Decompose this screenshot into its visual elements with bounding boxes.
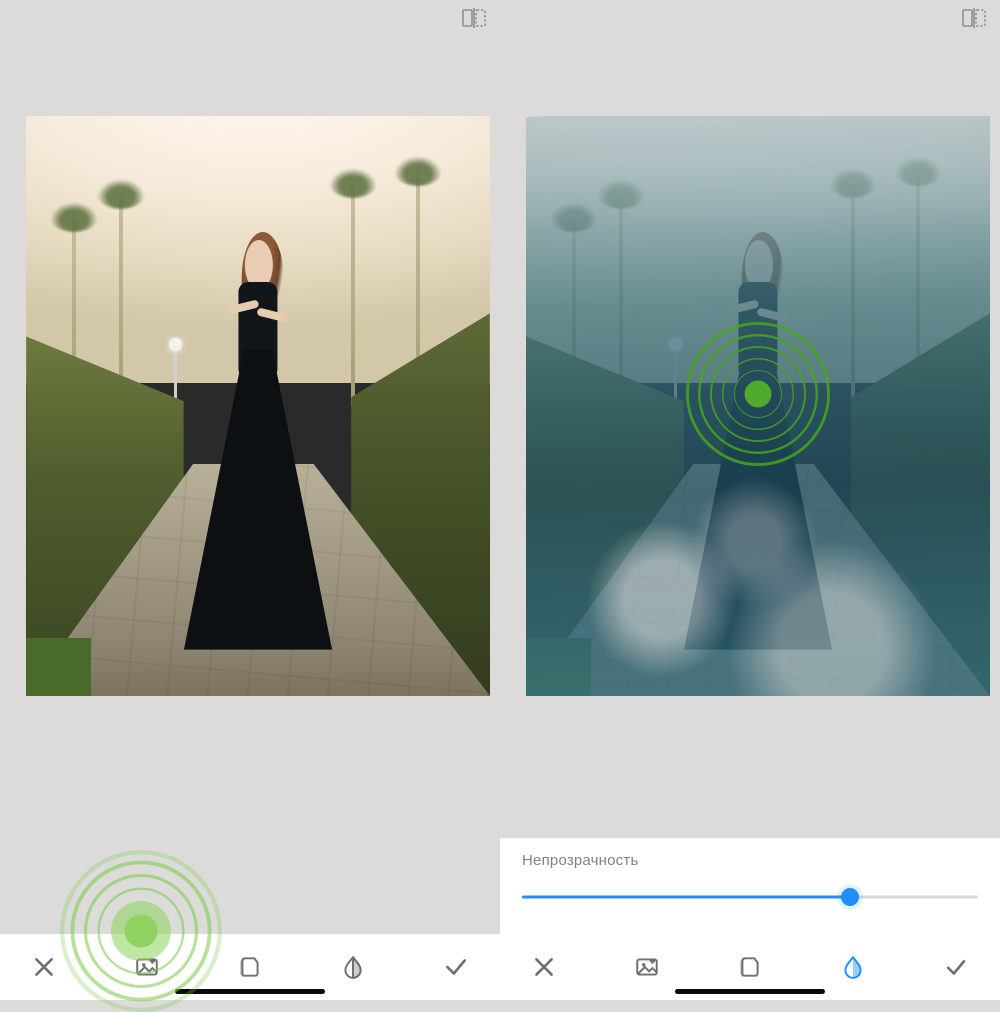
styles-button[interactable] (224, 941, 276, 993)
slider-fill (522, 896, 850, 899)
opacity-button[interactable] (327, 941, 379, 993)
home-indicator (675, 989, 825, 994)
compare-icon[interactable] (462, 8, 486, 28)
add-image-button[interactable] (121, 941, 173, 993)
compare-icon[interactable] (962, 8, 986, 28)
top-bar (0, 0, 500, 36)
touch-hint-ripple (683, 319, 833, 469)
opacity-slider[interactable] (522, 887, 978, 907)
dual-screenshot: Непрозрачность (0, 0, 1000, 1000)
styles-button[interactable] (724, 941, 776, 993)
editor-canvas[interactable] (0, 36, 500, 1000)
photo-with-overlay[interactable] (526, 116, 990, 696)
opacity-button[interactable] (827, 941, 879, 993)
subject-person (670, 232, 846, 650)
top-bar (500, 0, 1000, 36)
screen-before (0, 0, 500, 1000)
confirm-button[interactable] (930, 941, 982, 993)
subject-person (170, 232, 346, 650)
home-indicator (175, 989, 325, 994)
slider-thumb[interactable] (841, 888, 859, 906)
photo-original[interactable] (26, 116, 490, 696)
cancel-button[interactable] (518, 941, 570, 993)
opacity-label: Непрозрачность (522, 852, 978, 869)
opacity-panel: Непрозрачность (500, 838, 1000, 934)
cancel-button[interactable] (18, 941, 70, 993)
confirm-button[interactable] (430, 941, 482, 993)
overlay-image-ocean[interactable] (526, 116, 990, 696)
screen-after: Непрозрачность (500, 0, 1000, 1000)
add-image-button[interactable] (621, 941, 673, 993)
